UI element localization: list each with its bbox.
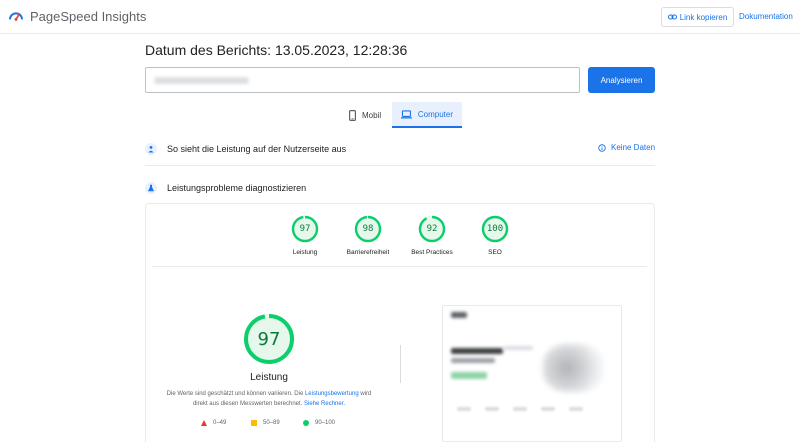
section-divider xyxy=(145,165,655,166)
preview-footer-item xyxy=(457,407,471,411)
note-text-1: Die Werte sind geschätzt und können vari… xyxy=(166,391,305,397)
report-title: Datum des Berichts: 13.05.2023, 12:28:36 xyxy=(145,42,408,58)
tab-mobile[interactable]: Mobil xyxy=(340,102,390,128)
category-score: 92 xyxy=(426,224,438,234)
vertical-divider xyxy=(400,345,401,383)
lab-data-section: Leistungsprobleme diagnostizieren xyxy=(145,181,655,195)
category-score: 98 xyxy=(362,224,374,234)
performance-score: 97 xyxy=(257,328,281,350)
legend-fail: 0–49 xyxy=(201,420,226,426)
legend-pass-range: 90–100 xyxy=(315,420,336,426)
link-icon xyxy=(667,14,677,20)
category-name: Best Practices xyxy=(411,249,453,256)
card-divider xyxy=(152,266,647,267)
documentation-link[interactable]: Dokumentation xyxy=(739,12,793,21)
preview-footer-item xyxy=(485,407,499,411)
flask-icon xyxy=(148,184,154,192)
preview-logo xyxy=(451,312,467,318)
category-name: SEO xyxy=(488,249,502,256)
field-data-heading: So sieht die Leistung auf der Nutzerseit… xyxy=(167,144,347,154)
category-score: 97 xyxy=(299,224,311,234)
legend-average-range: 50–89 xyxy=(263,420,280,426)
score-ring: 98 xyxy=(354,215,382,243)
field-data-section: So sieht die Leistung auf der Nutzerseit… xyxy=(145,142,655,156)
lab-badge-icon xyxy=(145,182,157,194)
info-icon xyxy=(598,143,606,152)
score-ring: 92 xyxy=(418,215,446,243)
lab-data-heading: Leistungsprobleme diagnostizieren xyxy=(167,183,307,193)
person-icon xyxy=(148,146,154,153)
score-calculation-link[interactable]: Leistungsbewertung xyxy=(305,391,359,397)
square-icon xyxy=(251,420,257,426)
legend-average: 50–89 xyxy=(251,420,280,426)
preview-cta xyxy=(451,372,487,379)
triangle-icon xyxy=(201,420,207,426)
legend-fail-range: 0–49 xyxy=(213,420,227,426)
preview-footer-item xyxy=(513,407,527,411)
analyze-button[interactable]: Analysieren xyxy=(588,67,655,93)
gauge-seo[interactable]: 100 SEO xyxy=(467,215,523,256)
url-redacted xyxy=(154,76,249,84)
preview-text xyxy=(503,346,533,350)
gauge-accessibility[interactable]: 98 Barrierefreiheit xyxy=(340,215,396,256)
calculator-link[interactable]: Siehe Rechner. xyxy=(304,401,345,407)
score-ring: 97 xyxy=(291,215,319,243)
tab-desktop[interactable]: Computer xyxy=(392,102,462,128)
preview-image xyxy=(543,344,603,392)
no-data-label: Keine Daten xyxy=(611,143,656,152)
performance-big-gauge: 97 xyxy=(243,313,295,365)
preview-heading xyxy=(451,348,503,354)
preview-subheading xyxy=(451,358,495,363)
page-screenshot-preview[interactable] xyxy=(442,305,622,442)
copy-link-label: Link kopieren xyxy=(679,12,728,22)
category-name: Barrierefreiheit xyxy=(346,249,390,256)
smartphone-icon xyxy=(349,109,356,121)
gauge-best-practices[interactable]: 92 Best Practices xyxy=(404,215,460,256)
preview-footer-item xyxy=(569,407,583,411)
url-input[interactable] xyxy=(145,67,580,93)
preview-footer-item xyxy=(541,407,555,411)
score-ring: 100 xyxy=(481,215,509,243)
copy-link-button[interactable]: Link kopieren xyxy=(661,7,734,27)
legend-pass: 90–100 xyxy=(303,420,335,426)
logo[interactable]: PageSpeed Insights xyxy=(8,8,146,24)
top-bar: PageSpeed Insights Link kopieren Dokumen… xyxy=(0,0,800,34)
gauge-performance[interactable]: 97 Leistung xyxy=(277,215,333,256)
users-badge-icon xyxy=(145,143,157,155)
tab-desktop-label: Computer xyxy=(417,109,453,119)
performance-note: Die Werte sind geschätzt und können vari… xyxy=(160,389,378,409)
performance-label: Leistung xyxy=(250,372,288,383)
laptop-icon xyxy=(401,109,412,118)
category-name: Leistung xyxy=(292,249,318,256)
tab-mobile-label: Mobil xyxy=(362,110,382,120)
category-score: 100 xyxy=(486,224,504,234)
pagespeed-logo-icon xyxy=(9,12,23,21)
no-data-status: Keine Daten xyxy=(598,143,655,152)
circle-icon xyxy=(303,420,309,426)
app-name: PageSpeed Insights xyxy=(30,8,147,24)
